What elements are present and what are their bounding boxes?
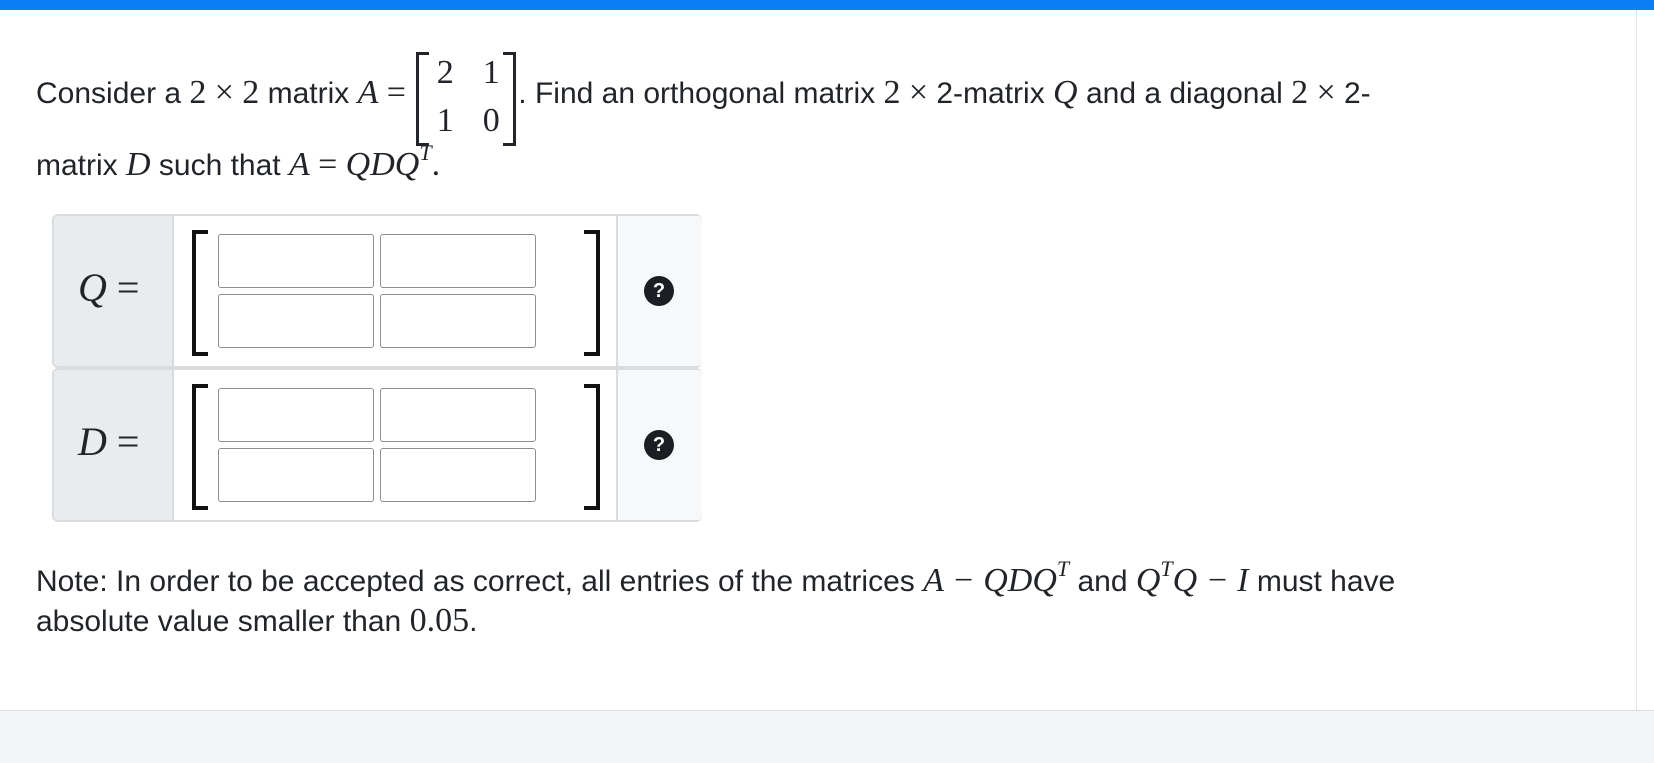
matrix-D-cell-2-1[interactable] — [218, 448, 374, 502]
math-var-Q: Q — [1053, 73, 1078, 111]
math-superscript: T — [1056, 556, 1070, 581]
problem-text: matrix — [36, 149, 126, 182]
matrix-left-bracket — [192, 230, 208, 356]
math-times: × — [1316, 73, 1336, 111]
math-expression: A − QDQ — [923, 562, 1057, 599]
note-text: . — [469, 605, 478, 638]
math-equals: = — [386, 73, 406, 111]
math-times: × — [908, 73, 929, 111]
answer-label-cell: Q = — [54, 216, 174, 366]
help-icon[interactable]: ? — [644, 430, 674, 460]
help-cell: ? — [616, 216, 702, 366]
matrix-left-bracket — [416, 52, 430, 146]
note-text: absolute value smaller than — [36, 605, 410, 638]
problem-line-1: Consider a 2 × 2 matrix A = 2 1 1 0 . Fi… — [36, 48, 1371, 146]
note-text: must have — [1248, 565, 1396, 598]
answer-row-Q: Q = ? — [52, 214, 702, 368]
matrix-A-entry: 0 — [482, 102, 500, 139]
matrix-Q-cell-2-1[interactable] — [218, 294, 374, 348]
problem-text: 2- — [1344, 76, 1371, 110]
math-number: 2 — [883, 73, 901, 111]
note-line-2: absolute value smaller than 0.05. — [36, 604, 477, 638]
help-cell: ? — [616, 370, 702, 520]
math-number: 2 — [189, 73, 207, 111]
matrix-A-entry: 1 — [436, 102, 454, 139]
math-period: . — [431, 146, 441, 183]
note-text: and — [1069, 565, 1136, 598]
matrix-right-bracket — [503, 52, 517, 146]
problem-text: 2-matrix — [936, 76, 1054, 110]
matrix-D-cell-1-2[interactable] — [380, 388, 536, 442]
matrix-D-cell-1-1[interactable] — [218, 388, 374, 442]
top-accent-bar — [0, 0, 1654, 10]
bottom-footer-strip — [0, 710, 1654, 763]
matrix-left-bracket — [192, 384, 208, 510]
matrix-Q-cell-1-1[interactable] — [218, 234, 374, 288]
problem-text: Consider a — [36, 76, 190, 110]
math-equals: = — [318, 146, 338, 183]
answer-label-cell: D = — [54, 370, 174, 520]
answer-row-D: D = ? — [52, 368, 702, 522]
math-superscript: T — [419, 140, 432, 165]
math-expression: QDQ — [345, 146, 420, 183]
matrix-Q-cell-1-2[interactable] — [380, 234, 536, 288]
math-var-Q: Q — [1135, 562, 1161, 599]
problem-text: matrix — [259, 76, 358, 110]
math-number: 2 — [242, 73, 260, 111]
matrix-A-entry: 2 — [436, 54, 454, 91]
content-border — [1636, 10, 1637, 710]
math-number: 0.05 — [409, 602, 470, 639]
note-text: Note: In order to be accepted as correct… — [36, 565, 924, 598]
math-var-A: A — [357, 73, 379, 111]
answer-label-Q: Q = — [78, 265, 140, 310]
math-superscript: T — [1160, 556, 1173, 581]
math-number: 2 — [1291, 73, 1309, 111]
matrix-D-cell-2-2[interactable] — [380, 448, 536, 502]
problem-line-2: matrix D such that A = QDQT. — [36, 142, 440, 182]
matrix-right-bracket — [584, 230, 600, 356]
math-var-D: D — [126, 146, 151, 183]
help-icon[interactable]: ? — [644, 276, 674, 306]
matrix-right-bracket — [584, 384, 600, 510]
note-line-1: Note: In order to be accepted as correct… — [36, 558, 1395, 598]
math-times: × — [214, 73, 234, 111]
problem-text: and a diagonal — [1077, 76, 1292, 110]
answer-label-D: D = — [78, 419, 140, 464]
matrix-Q-cell-2-2[interactable] — [380, 294, 536, 348]
math-var-A: A — [288, 146, 310, 183]
problem-text: . Find an orthogonal matrix — [518, 76, 884, 110]
matrix-A-entry: 1 — [482, 54, 500, 91]
math-expression: Q − I — [1172, 562, 1249, 599]
problem-text: such that — [150, 149, 289, 182]
matrix-A: 2 1 1 0 — [414, 52, 518, 146]
